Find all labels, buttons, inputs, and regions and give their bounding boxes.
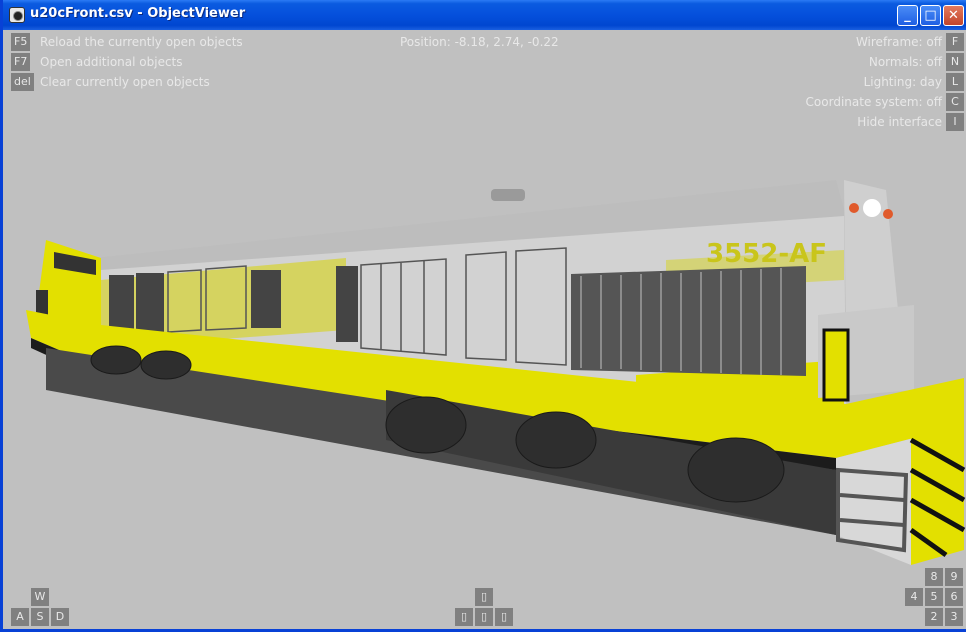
reload-objects-label: Reload the currently open objects (40, 35, 243, 49)
arrow-right-key[interactable]: ▯ (495, 608, 513, 626)
minimize-button[interactable]: _ (897, 5, 918, 26)
title-bar[interactable]: u20cFront.csv - ObjectViewer _ □ ✕ (3, 0, 966, 30)
numpad-5-key[interactable]: 5 (925, 588, 943, 606)
f5-key[interactable]: F5 (11, 33, 31, 51)
f7-key[interactable]: F7 (11, 53, 31, 71)
d-key[interactable]: D (51, 608, 69, 626)
normals-status: Normals: off (868, 55, 942, 69)
numpad-9-key[interactable]: 9 (945, 568, 963, 586)
s-key[interactable]: S (31, 608, 49, 626)
objectviewer-window: u20cFront.csv - ObjectViewer _ □ ✕ 3552-… (0, 0, 966, 632)
close-button[interactable]: ✕ (943, 5, 964, 26)
maximize-button[interactable]: □ (920, 5, 941, 26)
a-key[interactable]: A (11, 608, 29, 626)
loco-number: 3552-AF (706, 239, 827, 269)
wireframe-key[interactable]: F (946, 33, 964, 51)
app-icon[interactable] (9, 7, 25, 23)
open-objects-label: Open additional objects (40, 55, 183, 69)
del-key[interactable]: del (11, 73, 34, 91)
arrow-down-key[interactable]: ▯ (475, 608, 493, 626)
3d-viewport[interactable]: 3552-AF F5 Reload the currently open obj… (6, 30, 966, 629)
locomotive-render: 3552-AF (26, 180, 966, 565)
numpad-6-key[interactable]: 6 (945, 588, 963, 606)
camera-position-readout: Position: -8.18, 2.74, -0.22 (400, 35, 559, 49)
arrow-up-key[interactable]: ▯ (475, 588, 493, 606)
window-title: u20cFront.csv - ObjectViewer (30, 6, 246, 21)
arrow-left-key[interactable]: ▯ (455, 608, 473, 626)
numpad-3-key[interactable]: 3 (945, 608, 963, 626)
numpad-2-key[interactable]: 2 (925, 608, 943, 626)
clear-objects-label: Clear currently open objects (40, 75, 210, 89)
coordinate-system-status: Coordinate system: off (805, 95, 942, 109)
lighting-status: Lighting: day (863, 75, 942, 89)
numpad-8-key[interactable]: 8 (925, 568, 943, 586)
hide-interface-key[interactable]: I (946, 113, 964, 131)
lighting-key[interactable]: L (946, 73, 964, 91)
numpad-4-key[interactable]: 4 (905, 588, 923, 606)
w-key[interactable]: W (31, 588, 49, 606)
normals-key[interactable]: N (946, 53, 964, 71)
hide-interface-label: Hide interface (857, 115, 942, 129)
coordinate-system-key[interactable]: C (946, 93, 964, 111)
wireframe-status: Wireframe: off (855, 35, 942, 49)
